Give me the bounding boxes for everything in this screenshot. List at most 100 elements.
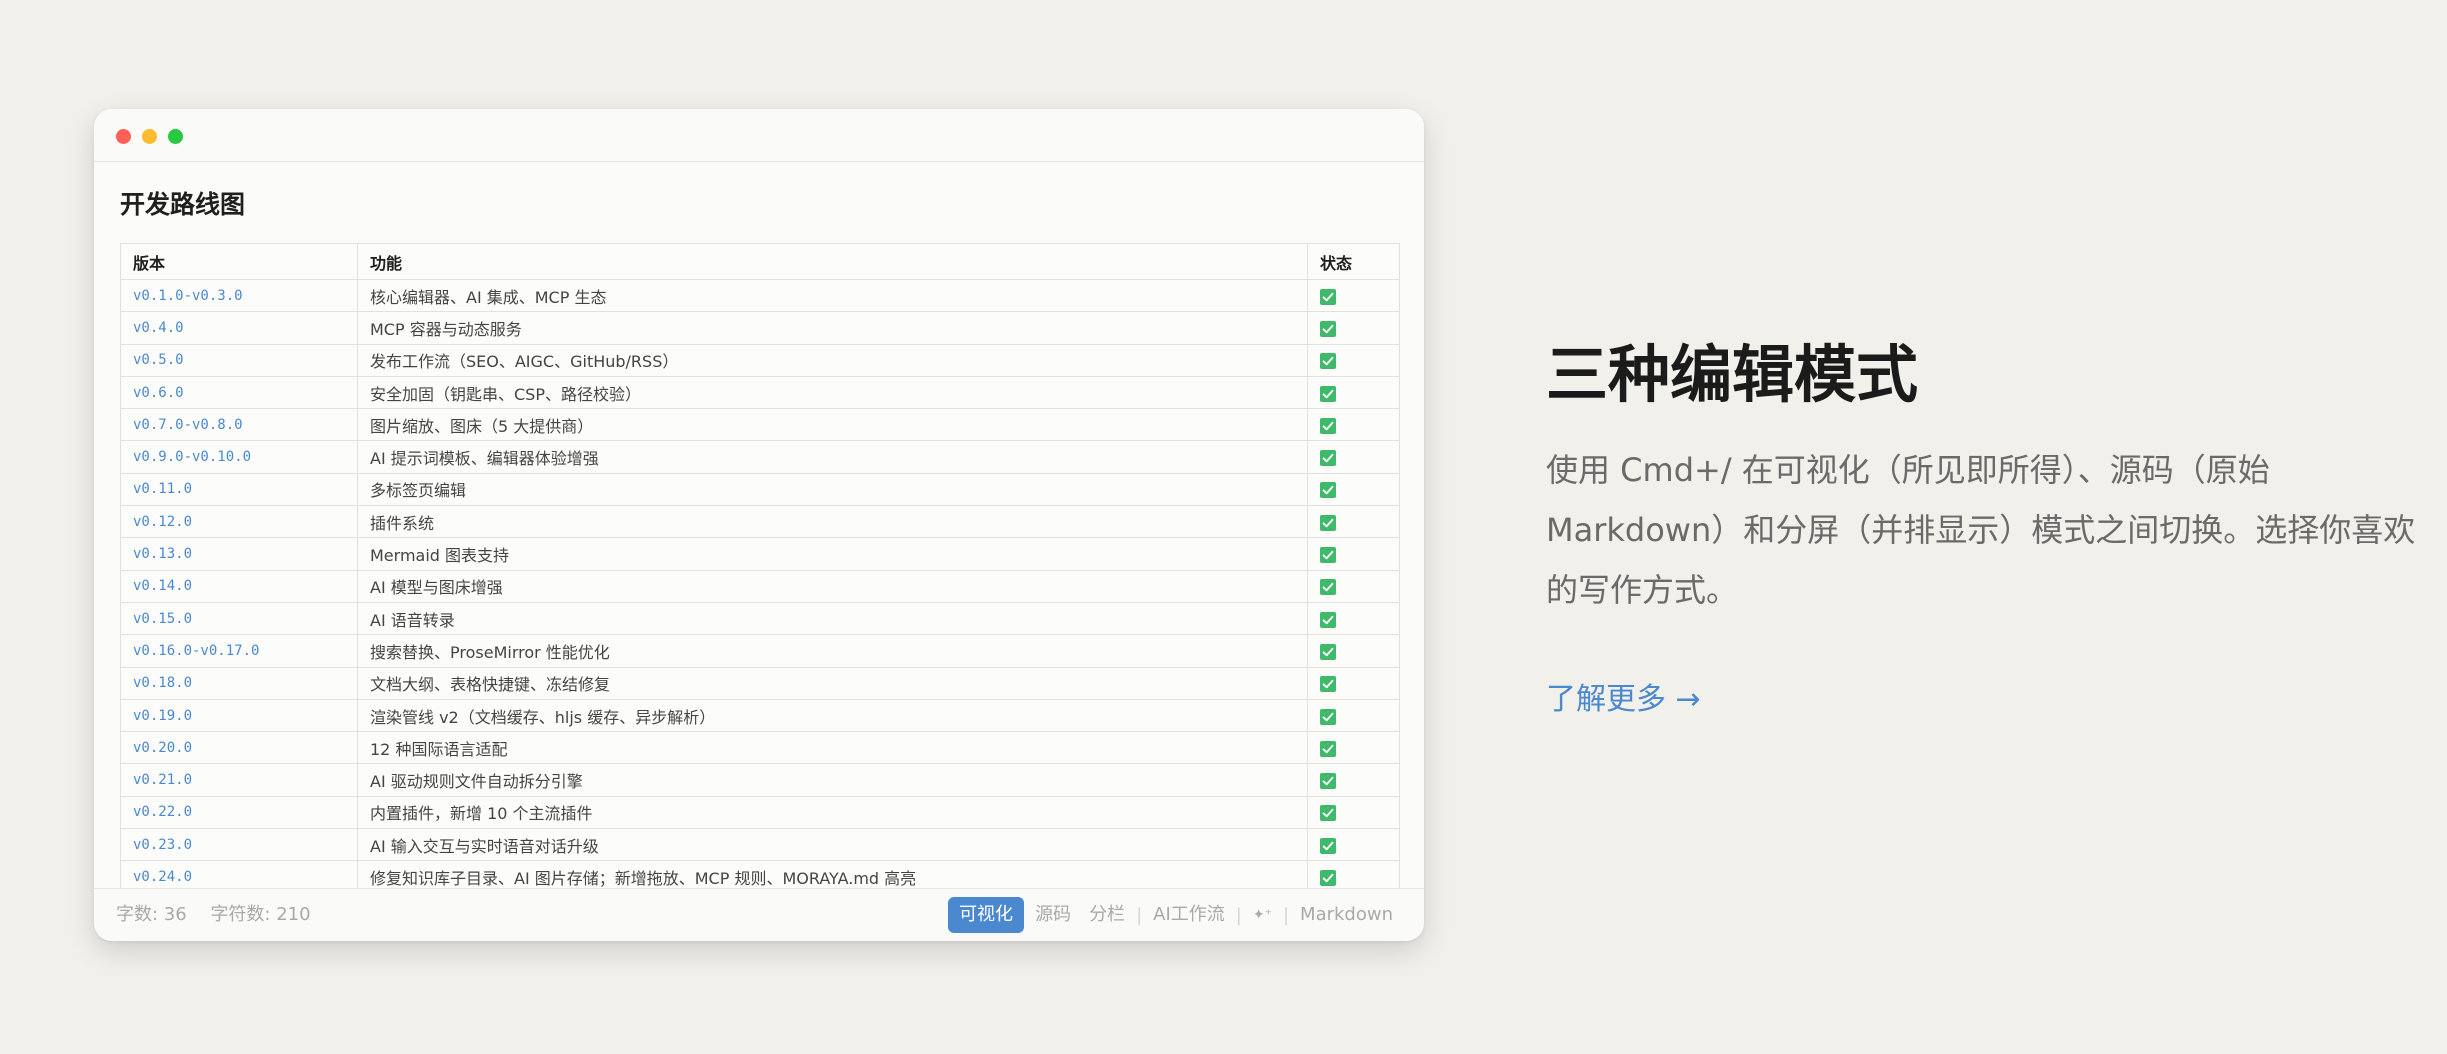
status-cell bbox=[1307, 731, 1400, 765]
document-heading: 开发路线图 bbox=[120, 190, 246, 219]
table-row: v0.6.0 安全加固（钥匙串、CSP、路径校验） bbox=[120, 375, 1400, 410]
version-cell: v0.21.0 bbox=[120, 763, 358, 797]
version-cell: v0.5.0 bbox=[120, 343, 358, 377]
header-feature: 功能 bbox=[357, 243, 1308, 280]
word-count: 字数: 36 bbox=[116, 904, 187, 925]
table-row: v0.18.0 文档大纲、表格快捷键、冻结修复 bbox=[120, 666, 1400, 700]
status-cell bbox=[1307, 472, 1400, 507]
version-cell: v0.16.0-v0.17.0 bbox=[120, 634, 358, 668]
checkbox-checked-icon bbox=[1320, 740, 1336, 757]
version-cell: v0.19.0 bbox=[120, 698, 358, 733]
checkbox-checked-icon bbox=[1320, 385, 1336, 402]
table-row: v0.12.0 插件系统 bbox=[120, 505, 1400, 539]
mode-source-button[interactable]: 源码 bbox=[1026, 897, 1080, 933]
status-cell bbox=[1307, 828, 1400, 862]
table-row: v0.22.0 内置插件，新增 10 个主流插件 bbox=[120, 795, 1400, 830]
table-row: v0.9.0-v0.10.0 AI 提示词模板、编辑器体验增强 bbox=[120, 440, 1400, 474]
checkbox-checked-icon bbox=[1320, 611, 1336, 628]
mode-switcher: 可视化 源码 分栏 | AI工作流 | ✦⁺ | Markdown bbox=[948, 889, 1402, 941]
feature-hero: 三种编辑模式 使用 Cmd+/ 在可视化（所见即所得）、源码（原始 Markdo… bbox=[1546, 330, 2426, 718]
checkbox-checked-icon bbox=[1320, 320, 1336, 337]
status-cell bbox=[1307, 860, 1400, 888]
feature-cell: Mermaid 图表支持 bbox=[357, 537, 1308, 571]
table-row: v0.19.0 渲染管线 v2（文档缓存、hljs 缓存、异步解析） bbox=[120, 698, 1400, 733]
separator: | bbox=[1136, 904, 1143, 926]
version-cell: v0.13.0 bbox=[120, 537, 358, 571]
feature-cell: AI 提示词模板、编辑器体验增强 bbox=[357, 440, 1308, 474]
feature-cell: 修复知识库子目录、AI 图片存储；新增拖放、MCP 规则、MORAYA.md 高… bbox=[357, 860, 1308, 888]
table-row: v0.20.0 12 种国际语言适配 bbox=[120, 731, 1400, 765]
header-status: 状态 bbox=[1307, 243, 1400, 280]
status-cell bbox=[1307, 634, 1400, 668]
feature-cell: 核心编辑器、AI 集成、MCP 生态 bbox=[357, 278, 1308, 313]
hero-description: 使用 Cmd+/ 在可视化（所见即所得）、源码（原始 Markdown）和分屏（… bbox=[1546, 451, 2416, 609]
status-cell bbox=[1307, 343, 1400, 377]
version-cell: v0.12.0 bbox=[120, 505, 358, 539]
feature-cell: 图片缩放、图床（5 大提供商） bbox=[357, 408, 1308, 442]
table-row: v0.23.0 AI 输入交互与实时语音对话升级 bbox=[120, 828, 1400, 862]
table-row: v0.21.0 AI 驱动规则文件自动拆分引擎 bbox=[120, 763, 1400, 797]
checkbox-checked-icon bbox=[1320, 353, 1336, 370]
version-cell: v0.15.0 bbox=[120, 601, 358, 636]
mode-visual-button[interactable]: 可视化 bbox=[948, 897, 1025, 933]
version-cell: v0.18.0 bbox=[120, 666, 358, 700]
status-cell bbox=[1307, 408, 1400, 442]
version-cell: v0.1.0-v0.3.0 bbox=[120, 278, 358, 313]
version-cell: v0.11.0 bbox=[120, 472, 358, 507]
header-version: 版本 bbox=[120, 243, 358, 280]
feature-cell: 插件系统 bbox=[357, 505, 1308, 539]
feature-cell: 多标签页编辑 bbox=[357, 472, 1308, 507]
status-cell bbox=[1307, 666, 1400, 700]
feature-cell: 内置插件，新增 10 个主流插件 bbox=[357, 795, 1308, 830]
editor-window: 开发路线图 版本 功能 状态 v0.1.0-v0.3.0 核心编辑器、AI 集成、… bbox=[94, 109, 1424, 941]
version-cell: v0.20.0 bbox=[120, 731, 358, 765]
checkbox-checked-icon bbox=[1320, 869, 1336, 886]
status-cell bbox=[1307, 569, 1400, 603]
table-row: v0.11.0 多标签页编辑 bbox=[120, 472, 1400, 507]
separator: | bbox=[1235, 904, 1242, 926]
feature-cell: AI 模型与图床增强 bbox=[357, 569, 1308, 603]
sparkle-icon[interactable]: ✦⁺ bbox=[1244, 897, 1281, 933]
status-cell bbox=[1307, 795, 1400, 830]
version-cell: v0.24.0 bbox=[120, 860, 358, 888]
table-row: v0.14.0 AI 模型与图床增强 bbox=[120, 569, 1400, 603]
learn-more-link[interactable]: 了解更多 → bbox=[1546, 674, 1701, 718]
editor-content[interactable]: 开发路线图 版本 功能 状态 v0.1.0-v0.3.0 核心编辑器、AI 集成、… bbox=[94, 162, 1424, 888]
checkbox-checked-icon bbox=[1320, 773, 1336, 790]
zoom-window-button[interactable] bbox=[168, 129, 183, 144]
status-cell bbox=[1307, 698, 1400, 733]
table-row: v0.7.0-v0.8.0 图片缩放、图床（5 大提供商） bbox=[120, 408, 1400, 442]
roadmap-table[interactable]: 版本 功能 状态 v0.1.0-v0.3.0 核心编辑器、AI 集成、MCP 生态… bbox=[120, 243, 1400, 888]
minimize-window-button[interactable] bbox=[142, 129, 157, 144]
status-cell bbox=[1307, 763, 1400, 797]
mode-split-button[interactable]: 分栏 bbox=[1080, 897, 1134, 933]
status-cell bbox=[1307, 311, 1400, 345]
table-body: v0.1.0-v0.3.0 核心编辑器、AI 集成、MCP 生态 v0.4.0 MCP… bbox=[120, 278, 1400, 888]
checkbox-checked-icon bbox=[1320, 579, 1336, 596]
status-cell bbox=[1307, 440, 1400, 474]
version-cell: v0.6.0 bbox=[120, 375, 358, 410]
checkbox-checked-icon bbox=[1320, 482, 1336, 499]
status-cell bbox=[1307, 505, 1400, 539]
char-count: 字符数: 210 bbox=[210, 904, 311, 925]
status-cell bbox=[1307, 278, 1400, 313]
version-cell: v0.22.0 bbox=[120, 795, 358, 830]
hero-title: 三种编辑模式 bbox=[1546, 338, 1919, 411]
version-cell: v0.23.0 bbox=[120, 828, 358, 862]
table-row: v0.4.0 MCP 容器与动态服务 bbox=[120, 311, 1400, 345]
feature-cell: 渲染管线 v2（文档缓存、hljs 缓存、异步解析） bbox=[357, 698, 1308, 733]
feature-cell: 文档大纲、表格快捷键、冻结修复 bbox=[357, 666, 1308, 700]
separator: | bbox=[1282, 904, 1290, 926]
close-window-button[interactable] bbox=[116, 129, 131, 144]
checkbox-checked-icon bbox=[1320, 547, 1336, 564]
table-header-row: 版本 功能 状态 bbox=[120, 243, 1400, 280]
table-row: v0.15.0 AI 语音转录 bbox=[120, 601, 1400, 636]
markdown-format-label[interactable]: Markdown bbox=[1291, 897, 1402, 933]
ai-workflow-button[interactable]: AI工作流 bbox=[1144, 897, 1234, 933]
status-bar: 字数: 36 字符数: 210 可视化 源码 分栏 | AI工作流 | ✦⁺ |… bbox=[94, 888, 1424, 941]
checkbox-checked-icon bbox=[1320, 450, 1336, 467]
version-cell: v0.4.0 bbox=[120, 311, 358, 345]
status-cell bbox=[1307, 601, 1400, 636]
table-row: v0.1.0-v0.3.0 核心编辑器、AI 集成、MCP 生态 bbox=[120, 278, 1400, 313]
table-row: v0.13.0 Mermaid 图表支持 bbox=[120, 537, 1400, 571]
